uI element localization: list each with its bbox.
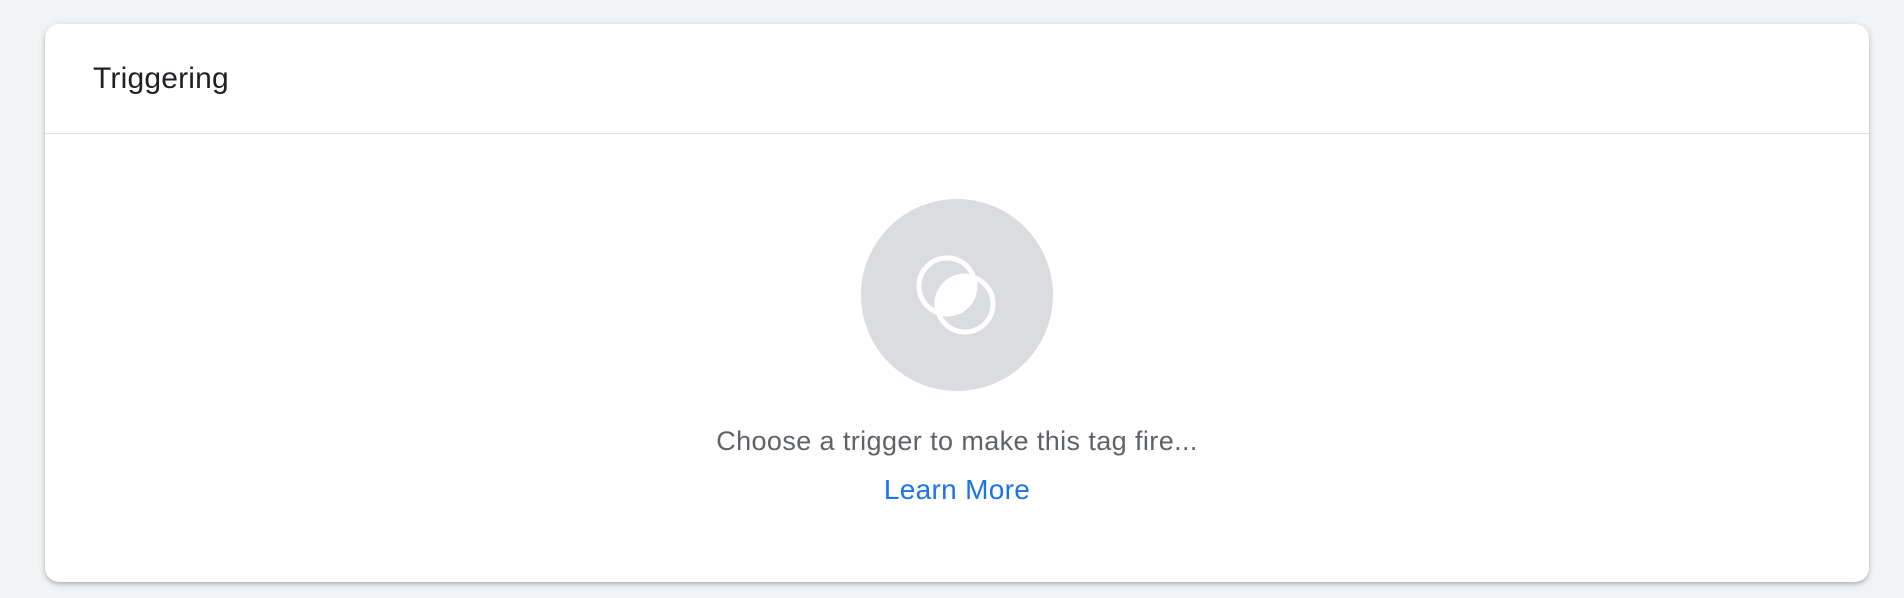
trigger-icon <box>916 255 996 335</box>
card-title: Triggering <box>93 61 229 95</box>
learn-more-container: Learn More <box>45 474 1869 506</box>
card-body: Choose a trigger to make this tag fire..… <box>45 134 1869 582</box>
card-header: Triggering <box>45 24 1869 134</box>
choose-trigger-button[interactable] <box>861 199 1053 391</box>
learn-more-link[interactable]: Learn More <box>884 474 1030 505</box>
triggering-card: Triggering Choose a trigger to make this… <box>45 24 1869 582</box>
empty-trigger-message: Choose a trigger to make this tag fire..… <box>716 426 1198 456</box>
